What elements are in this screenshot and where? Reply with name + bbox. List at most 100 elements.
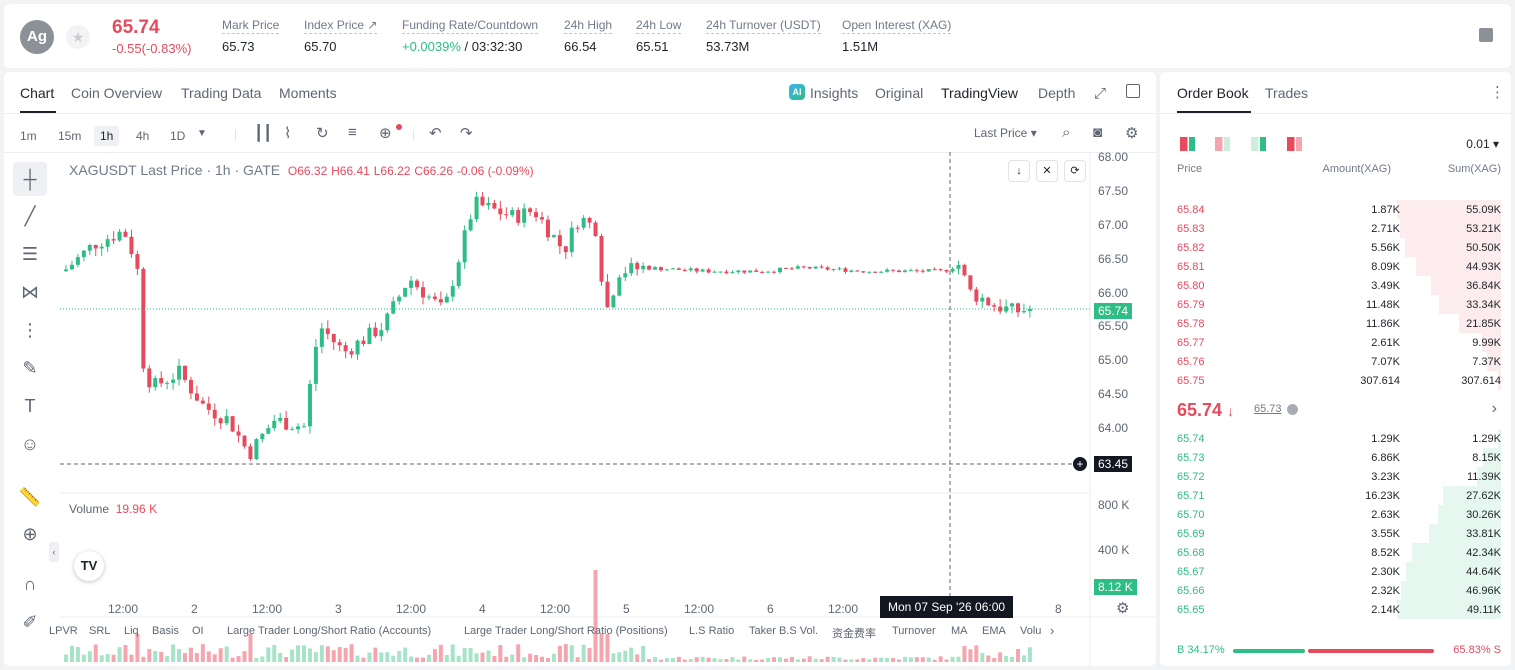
volume-bar bbox=[123, 645, 128, 662]
ask-row[interactable]: 65.76 7.07K 7.37K bbox=[1160, 352, 1511, 371]
order-sum: 27.62K bbox=[1466, 490, 1501, 502]
volume-bar bbox=[569, 645, 574, 662]
bid-row[interactable]: 65.70 2.63K 30.26K bbox=[1160, 505, 1511, 524]
stat-index-price[interactable]: Index Price ↗ 65.70 bbox=[304, 18, 378, 54]
volume-bar bbox=[313, 652, 318, 662]
volume-bar bbox=[724, 659, 729, 662]
stat-funding-rate[interactable]: Funding Rate/Countdown +0.0039% / 03:32:3… bbox=[402, 18, 539, 54]
volume-bar bbox=[438, 644, 443, 662]
ask-row[interactable]: 65.77 2.61K 9.99K bbox=[1160, 333, 1511, 352]
bid-row[interactable]: 65.72 3.23K 11.39K bbox=[1160, 467, 1511, 486]
order-amount: 6.86K bbox=[1371, 452, 1400, 464]
bid-row[interactable]: 65.67 2.30K 44.64K bbox=[1160, 562, 1511, 581]
indicator-lt-positions[interactable]: Large Trader Long/Short Ratio (Positions… bbox=[464, 625, 668, 637]
volume-bar bbox=[950, 656, 955, 662]
bid-row[interactable]: 65.65 2.14K 49.11K bbox=[1160, 600, 1511, 619]
volume-bar bbox=[647, 659, 652, 662]
indicator-taker-vol[interactable]: Taker B.S Vol. bbox=[749, 625, 818, 637]
add-alert-icon[interactable]: + bbox=[1072, 456, 1088, 472]
order-price: 65.77 bbox=[1177, 337, 1205, 349]
bid-row[interactable]: 65.68 8.52K 42.34K bbox=[1160, 543, 1511, 562]
bid-row[interactable]: 65.73 6.86K 8.15K bbox=[1160, 448, 1511, 467]
scroll-down-icon[interactable]: ↓ bbox=[1008, 160, 1030, 182]
sell-ratio: 65.83% S bbox=[1453, 644, 1501, 656]
order-amount: 8.52K bbox=[1371, 547, 1400, 559]
volume-bar bbox=[516, 644, 521, 662]
order-sum: 55.09K bbox=[1466, 204, 1501, 216]
mid-price[interactable]: 65.74 ↓ bbox=[1177, 400, 1234, 421]
volume-bar bbox=[260, 656, 265, 662]
candle-body bbox=[593, 222, 598, 237]
order-price: 65.68 bbox=[1177, 547, 1205, 559]
book-icon[interactable] bbox=[1479, 28, 1493, 42]
candle-body bbox=[486, 202, 491, 206]
candle-body bbox=[1010, 303, 1015, 307]
volume-bar bbox=[81, 654, 86, 662]
precision-select[interactable]: 0.01 ▾ bbox=[1466, 137, 1499, 151]
view-both-icon[interactable] bbox=[1180, 137, 1195, 151]
tab-order-book[interactable]: Order Book bbox=[1177, 85, 1249, 101]
volume-bar bbox=[480, 652, 485, 662]
chevron-right-icon[interactable]: › bbox=[1050, 623, 1054, 638]
volume-bar bbox=[206, 651, 211, 662]
indicator-oi[interactable]: OI bbox=[192, 625, 204, 637]
indicator-lt-accounts[interactable]: Large Trader Long/Short Ratio (Accounts) bbox=[227, 625, 431, 637]
bid-row[interactable]: 65.71 16.23K 27.62K bbox=[1160, 486, 1511, 505]
ask-row[interactable]: 65.82 5.56K 50.50K bbox=[1160, 238, 1511, 257]
indicator-ls-ratio[interactable]: L.S Ratio bbox=[689, 625, 734, 637]
indicator-basis[interactable]: Basis bbox=[152, 625, 179, 637]
volume-bar bbox=[819, 659, 824, 662]
indicator-ema[interactable]: EMA bbox=[982, 625, 1006, 637]
gear-icon[interactable]: ⚙ bbox=[1116, 599, 1129, 617]
bid-row[interactable]: 65.74 1.29K 1.29K bbox=[1160, 429, 1511, 448]
crosshair-price-tag: 63.45 bbox=[1094, 456, 1133, 472]
indicator-turnover[interactable]: Turnover bbox=[892, 625, 936, 637]
indicator-liq[interactable]: Liq bbox=[124, 625, 139, 637]
candle-body bbox=[218, 418, 223, 424]
y-tick: 65.50 bbox=[1098, 319, 1129, 333]
y-tick: 66.50 bbox=[1098, 252, 1129, 266]
info-icon[interactable] bbox=[1287, 404, 1298, 415]
bid-row[interactable]: 65.69 3.55K 33.81K bbox=[1160, 524, 1511, 543]
ask-row[interactable]: 65.84 1.87K 55.09K bbox=[1160, 200, 1511, 219]
candle-body bbox=[682, 269, 687, 271]
ask-row[interactable]: 65.83 2.71K 53.21K bbox=[1160, 219, 1511, 238]
candle-body bbox=[290, 429, 295, 431]
view-both-alt-icon[interactable] bbox=[1215, 137, 1230, 151]
collapse-icon[interactable]: ✕ bbox=[1036, 160, 1058, 182]
y-tick: 68.00 bbox=[1098, 150, 1129, 164]
indicator-ma[interactable]: MA bbox=[951, 625, 968, 637]
ask-row[interactable]: 65.80 3.49K 36.84K bbox=[1160, 276, 1511, 295]
more-icon[interactable]: ⋮ bbox=[1490, 83, 1505, 101]
tab-trades[interactable]: Trades bbox=[1265, 85, 1308, 101]
indicator-srl[interactable]: SRL bbox=[89, 625, 110, 637]
indicator-volume[interactable]: Volu bbox=[1020, 625, 1041, 637]
view-bids-icon[interactable] bbox=[1251, 137, 1266, 151]
ask-row[interactable]: 65.78 11.86K 21.85K bbox=[1160, 314, 1511, 333]
candle-body bbox=[319, 328, 324, 347]
candle-body bbox=[712, 271, 717, 273]
chevron-right-icon[interactable]: › bbox=[1492, 400, 1497, 418]
volume-bar bbox=[974, 645, 979, 662]
bid-row[interactable]: 65.66 2.32K 46.96K bbox=[1160, 581, 1511, 600]
volume-bar bbox=[522, 657, 527, 662]
order-amount: 307.614 bbox=[1360, 375, 1400, 387]
candle-body bbox=[438, 299, 443, 303]
order-sum: 36.84K bbox=[1466, 280, 1501, 292]
view-asks-icon[interactable] bbox=[1287, 137, 1302, 151]
order-price: 65.75 bbox=[1177, 375, 1205, 387]
favorite-star-icon[interactable]: ★ bbox=[66, 25, 90, 49]
candle-body bbox=[534, 212, 539, 218]
volume-bar bbox=[944, 659, 949, 662]
candle-body bbox=[367, 327, 372, 345]
ask-row[interactable]: 65.79 11.48K 33.34K bbox=[1160, 295, 1511, 314]
indicator-lpvr[interactable]: LPVR bbox=[49, 625, 78, 637]
indicator-funding[interactable]: 资金费率 bbox=[832, 625, 876, 641]
candle-body bbox=[153, 378, 158, 388]
candle-body bbox=[688, 268, 693, 271]
candle-body bbox=[254, 439, 259, 459]
volume-bar bbox=[694, 657, 699, 662]
ask-row[interactable]: 65.75 307.614 307.614 bbox=[1160, 371, 1511, 390]
refresh-icon[interactable]: ⟳ bbox=[1064, 160, 1086, 182]
ask-row[interactable]: 65.81 8.09K 44.93K bbox=[1160, 257, 1511, 276]
